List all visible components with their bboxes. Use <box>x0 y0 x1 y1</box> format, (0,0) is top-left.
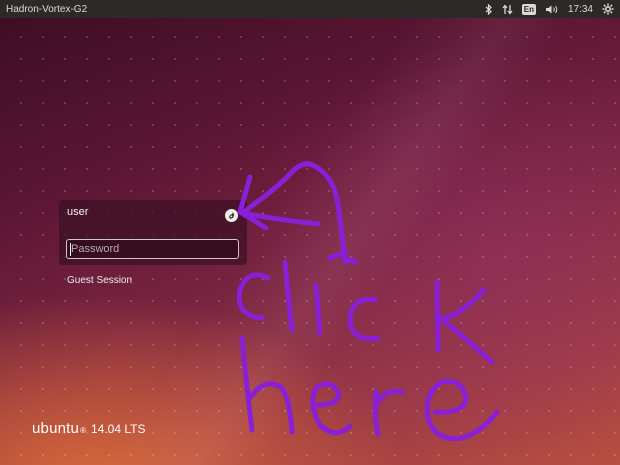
annotation-letter-e1 <box>310 381 353 436</box>
annotation-letter-c1 <box>236 272 271 321</box>
annotation-letter-e2 <box>424 378 500 442</box>
annotation-letter-c2 <box>347 296 381 342</box>
annotation-letter-l <box>282 259 295 333</box>
annotation-letter-k <box>434 279 495 365</box>
annotation-arrow-loop <box>239 161 358 265</box>
handdrawn-annotation <box>236 161 500 442</box>
annotation-letter-i <box>313 282 323 336</box>
annotation-letter-h <box>239 335 295 435</box>
annotation-letter-r <box>372 388 405 437</box>
